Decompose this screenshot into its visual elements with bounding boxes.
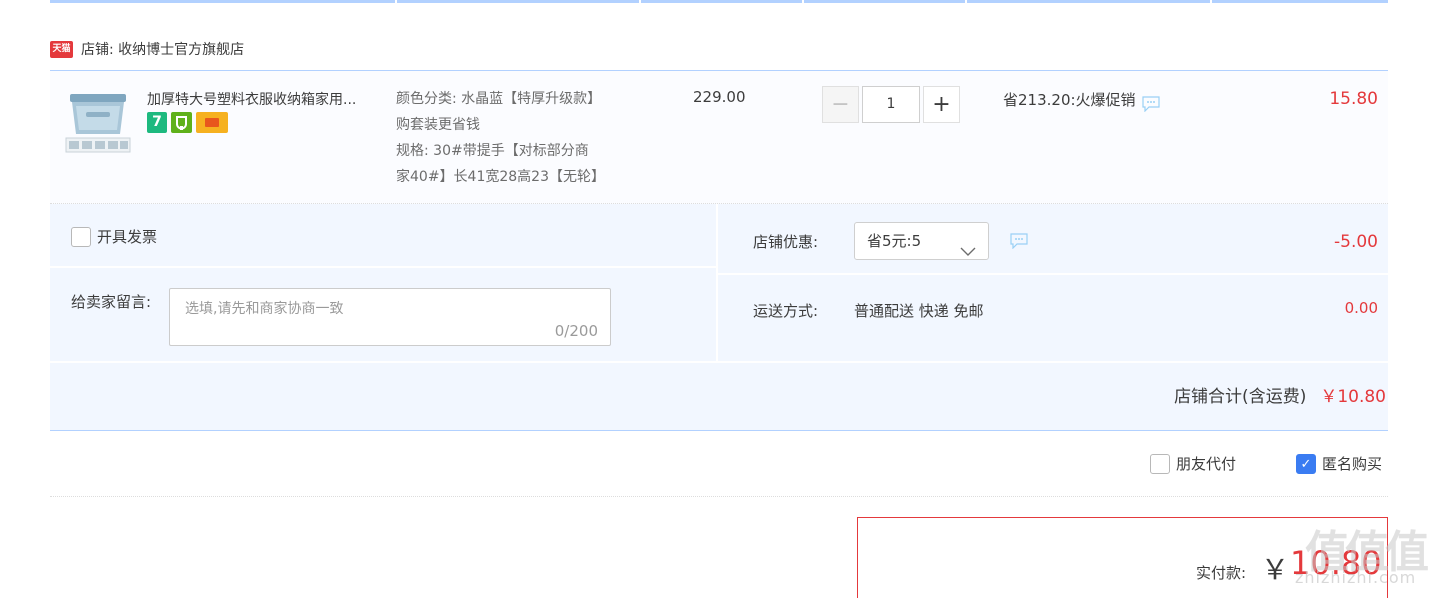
anonymous-purchase-option[interactable]: ✓ 匿名购买 (1296, 453, 1382, 474)
coupon-selected-value: 省5元:5 (867, 232, 922, 250)
shipping-fee: 0.00 (1344, 299, 1378, 317)
quantity-decrease-button[interactable]: − (822, 86, 859, 123)
anonymous-label: 匿名购买 (1322, 455, 1383, 473)
chat-bubble-icon[interactable] (1010, 233, 1028, 253)
friend-pay-label: 朋友代付 (1176, 455, 1237, 473)
watermark-url: zhizhizhi.com (1295, 568, 1417, 587)
seven-day-return-icon[interactable]: 7 (147, 112, 167, 133)
product-sku: 颜色分类: 水晶蓝【特厚升级款】 购套装更省钱 规格: 30#带提手【对标部分商… (396, 86, 656, 190)
invoice-checkbox[interactable] (71, 226, 91, 247)
service-badges: 7 (147, 112, 228, 133)
shop-header: 天猫 店铺: 收纳博士官方旗舰店 (50, 38, 244, 60)
payment-label: 实付款: (1196, 564, 1247, 582)
sku-line: 家40#】长41宽28高23【无轮】 (396, 169, 605, 185)
sku-line: 颜色分类: 水晶蓝【特厚升级款】 (396, 91, 602, 107)
message-char-count: 0/200 (554, 322, 598, 340)
sku-line: 规格: 30#带提手【对标部分商 (396, 143, 589, 159)
invoice-label: 开具发票 (97, 228, 158, 246)
order-confirm-page: 天猫 店铺: 收纳博士官方旗舰店 加厚特大号塑料衣服收纳箱家用... 7 颜色分… (0, 0, 1451, 598)
shop-total: 店铺合计(含运费) ￥10.80 (1174, 382, 1386, 407)
guarantee-icon[interactable] (171, 112, 192, 133)
friend-pay-checkbox[interactable] (1150, 453, 1170, 474)
site-watermark: 值值值 zhizhizhi.com (1295, 516, 1445, 596)
unit-price: 229.00 (693, 88, 746, 106)
promotion-text: 省213.20:火爆促销 (1003, 91, 1136, 109)
shop-coupon-label: 店铺优惠: (753, 233, 819, 251)
message-placeholder: 选填,请先和商家协商一致 (185, 301, 344, 317)
seller-message-input[interactable]: 选填,请先和商家协商一致 0/200 (169, 288, 611, 346)
divider (50, 496, 1388, 497)
quantity-increase-button[interactable]: + (923, 86, 960, 123)
tmall-icon: 天猫 (50, 40, 73, 58)
divider (50, 430, 1388, 431)
shipping-label: 运送方式: (753, 302, 819, 320)
friend-pay-option[interactable]: 朋友代付 (1150, 453, 1236, 474)
shipping-method: 普通配送 快递 免邮 (854, 302, 984, 320)
order-options-panel: 开具发票 给卖家留言: 选填,请先和商家协商一致 0/200 店铺优惠: 省5元… (50, 204, 1388, 430)
message-label: 给卖家留言: (71, 293, 152, 311)
shop-total-label: 店铺合计(含运费) (1174, 387, 1307, 407)
chevron-down-icon (960, 235, 976, 271)
coupon-discount-amount: -5.00 (1334, 232, 1378, 252)
quantity-input[interactable]: 1 (862, 86, 920, 123)
shop-name[interactable]: 店铺: 收纳博士官方旗舰店 (81, 39, 244, 59)
chat-bubble-icon[interactable] (1141, 96, 1160, 113)
shop-total-amount: ￥10.80 (1320, 387, 1386, 407)
product-thumbnail[interactable] (64, 88, 132, 154)
invoice-option[interactable]: 开具发票 (71, 226, 157, 247)
credit-card-icon[interactable] (196, 112, 228, 133)
item-promotion: 省213.20:火爆促销 (1003, 89, 1160, 113)
product-title[interactable]: 加厚特大号塑料衣服收纳箱家用... (147, 89, 392, 109)
anonymous-checkbox[interactable]: ✓ (1296, 453, 1316, 474)
sku-line: 购套装更省钱 (396, 117, 480, 133)
shop-coupon-select[interactable]: 省5元:5 (854, 222, 989, 260)
item-subtotal: 15.80 (1329, 89, 1378, 109)
column-header-strip (50, 0, 1388, 3)
currency-symbol: ￥ (1261, 553, 1290, 586)
purchase-options: 朋友代付 ✓ 匿名购买 (0, 449, 1451, 479)
cart-item-row: 加厚特大号塑料衣服收纳箱家用... 7 颜色分类: 水晶蓝【特厚升级款】 购套装… (50, 71, 1388, 204)
quantity-stepper: − 1 + (822, 86, 960, 123)
